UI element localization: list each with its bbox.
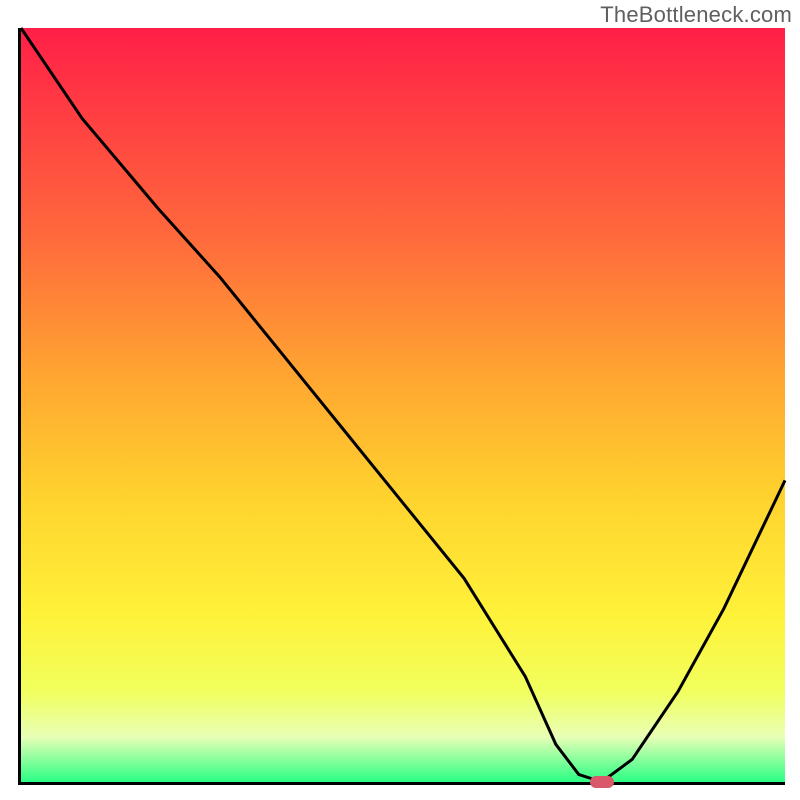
curve-layer: [21, 28, 785, 782]
plot-area: [18, 28, 785, 785]
bottleneck-curve: [21, 28, 785, 782]
chart-container: TheBottleneck.com: [0, 0, 800, 800]
watermark-text: TheBottleneck.com: [600, 2, 792, 28]
optimal-marker: [590, 776, 614, 788]
